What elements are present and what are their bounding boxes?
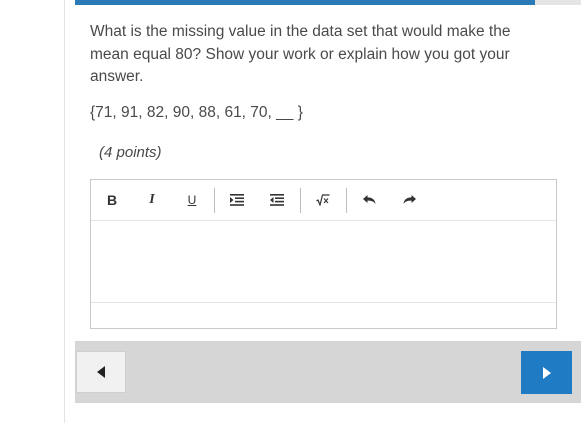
left-rail bbox=[0, 0, 65, 423]
italic-button[interactable]: I bbox=[138, 189, 166, 211]
question-dataset: {71, 91, 82, 90, 88, 61, 70, __ } bbox=[90, 104, 303, 121]
equation-button[interactable] bbox=[309, 189, 337, 211]
bold-icon: B bbox=[106, 192, 118, 208]
undo-button[interactable] bbox=[355, 189, 383, 211]
previous-button[interactable] bbox=[76, 351, 126, 393]
navigation-bar bbox=[75, 341, 581, 403]
indent-icon bbox=[230, 194, 244, 206]
italic-icon: I bbox=[149, 192, 155, 207]
triangle-left-icon bbox=[97, 366, 105, 378]
toolbar-separator bbox=[300, 188, 301, 213]
toolbar-separator bbox=[214, 188, 215, 213]
bold-button[interactable]: B bbox=[98, 189, 126, 211]
question-prompt: What is the missing value in the data se… bbox=[90, 23, 511, 85]
answer-text-area[interactable] bbox=[91, 221, 556, 303]
underline-icon: U bbox=[187, 193, 197, 207]
underline-button[interactable]: U bbox=[178, 189, 206, 211]
square-root-icon bbox=[316, 194, 330, 206]
triangle-right-icon bbox=[542, 366, 551, 379]
question-points: (4 points) bbox=[99, 144, 162, 161]
answer-editor: B I U bbox=[90, 179, 557, 329]
outdent-button[interactable] bbox=[263, 189, 291, 211]
undo-icon bbox=[362, 195, 375, 204]
next-button[interactable] bbox=[521, 351, 572, 394]
outdent-icon bbox=[270, 194, 284, 206]
indent-button[interactable] bbox=[223, 189, 251, 211]
redo-icon bbox=[403, 195, 416, 204]
progress-bar bbox=[75, 0, 581, 5]
toolbar-separator bbox=[346, 188, 347, 213]
editor-toolbar: B I U bbox=[91, 180, 556, 221]
progress-bar-fill bbox=[75, 0, 536, 5]
redo-button[interactable] bbox=[395, 189, 423, 211]
editor-status-bar bbox=[91, 302, 556, 328]
